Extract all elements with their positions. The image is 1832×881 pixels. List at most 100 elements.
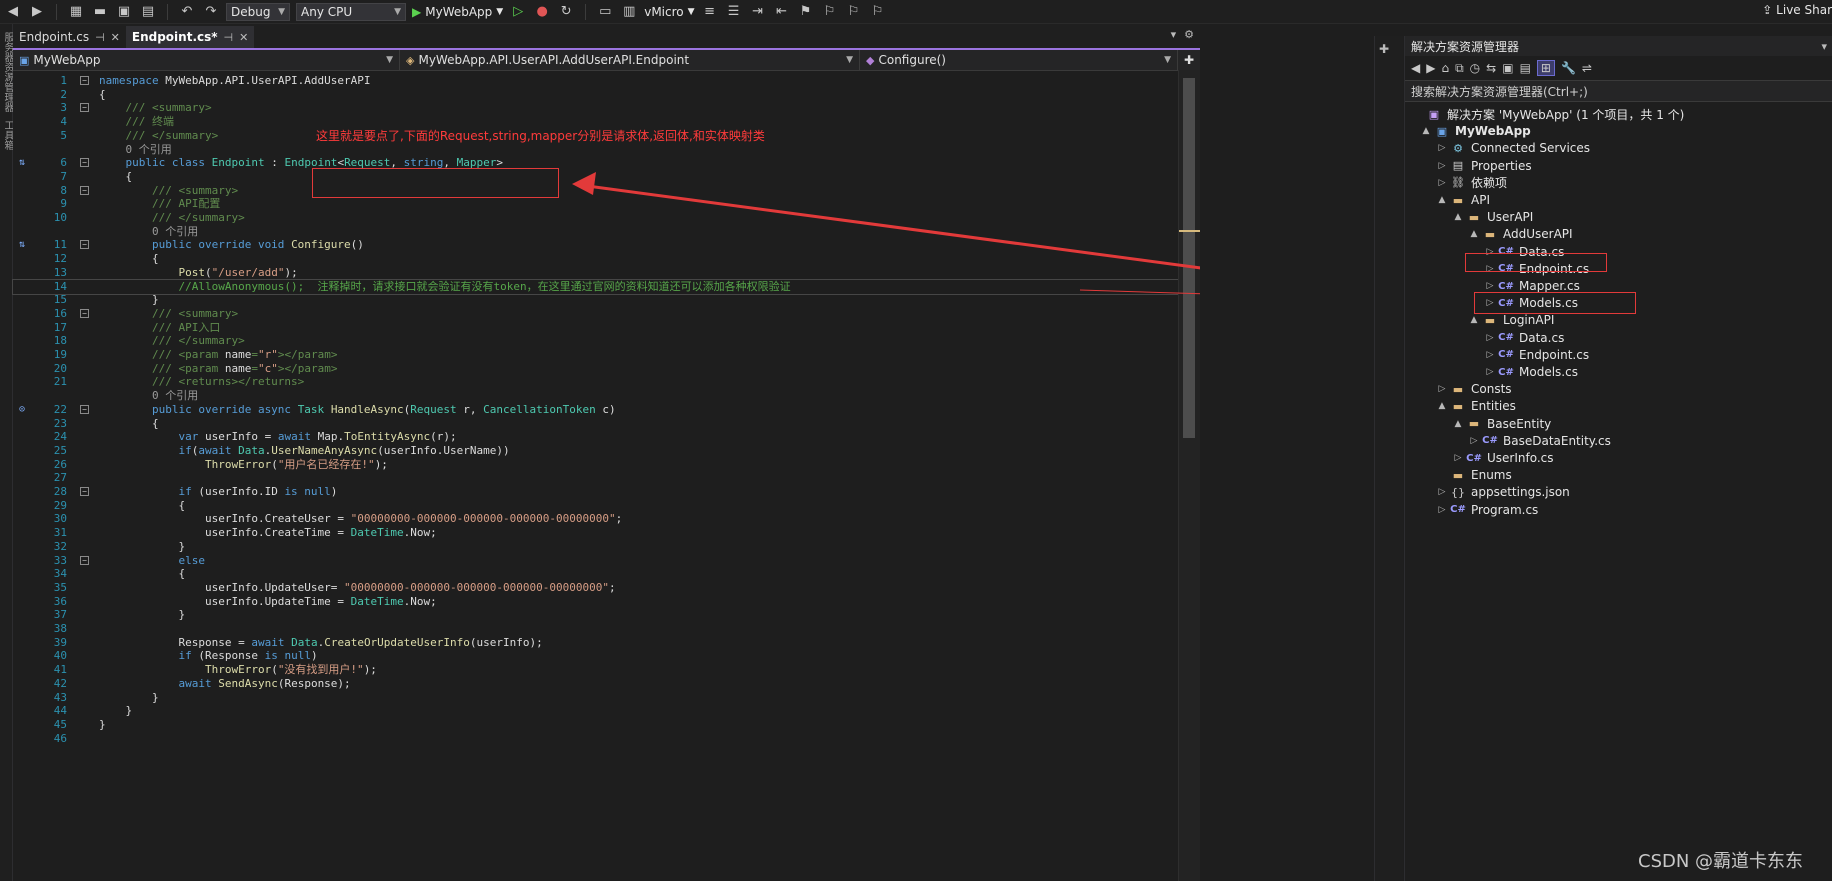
tab-list-icon[interactable]: ▾ <box>1171 28 1177 41</box>
code-line[interactable]: 0 个引用 <box>13 143 1178 157</box>
open-folder-icon[interactable]: ▬ <box>91 4 109 19</box>
override-marker-icon[interactable]: ⊙ <box>19 403 25 417</box>
outdent-icon[interactable]: ⇤ <box>773 4 791 19</box>
browser-icon[interactable]: ▭ <box>596 4 614 19</box>
code-line[interactable]: 42 await SendAsync(Response); <box>13 677 1178 691</box>
back-icon[interactable]: ◀ <box>1411 61 1420 75</box>
code-line[interactable]: 10 /// </summary> <box>13 211 1178 225</box>
code-line[interactable]: 18 /// </summary> <box>13 334 1178 348</box>
code-line[interactable]: 27 <box>13 471 1178 485</box>
code-line[interactable]: 17 /// API入口 <box>13 321 1178 335</box>
code-line[interactable]: 15 } <box>13 293 1178 307</box>
code-line[interactable]: 14 //AllowAnonymous(); 注释掉时，请求接口就会验证有没有t… <box>12 278 1179 295</box>
expand-toggle-icon[interactable]: ▷ <box>1483 281 1497 291</box>
split-editor-button[interactable]: ✚ <box>1178 50 1200 70</box>
code-line[interactable]: 26 ThrowError("用户名已经存在!"); <box>13 458 1178 472</box>
code-line[interactable]: 29 { <box>13 499 1178 513</box>
expand-toggle-icon[interactable]: ▷ <box>1435 505 1449 515</box>
code-line[interactable]: 23 { <box>13 417 1178 431</box>
code-line[interactable]: 31 userInfo.CreateTime = DateTime.Now; <box>13 526 1178 540</box>
code-line[interactable]: 39 Response = await Data.CreateOrUpdateU… <box>13 636 1178 650</box>
forward-icon[interactable]: ▶ <box>28 4 46 19</box>
code-line[interactable]: 25 if(await Data.UserNameAnyAsync(userIn… <box>13 444 1178 458</box>
code-lines[interactable]: 1 − namespace MyWebApp.API.UserAPI.AddUser… <box>12 70 1200 881</box>
start-without-debug-icon[interactable]: ▷ <box>509 4 527 19</box>
pin-icon[interactable]: ⊣ <box>224 31 234 44</box>
collapse-icon[interactable]: − <box>80 76 89 85</box>
next-bookmark-icon[interactable]: ⚐ <box>845 4 863 19</box>
collapse-icon[interactable]: − <box>80 240 89 250</box>
code-line[interactable]: 3 − /// <summary> <box>13 101 1178 115</box>
code-line[interactable]: 38 <box>13 622 1178 636</box>
code-line[interactable]: 0 个引用 <box>13 389 1178 403</box>
sync-icon[interactable]: ⇆ <box>1486 61 1496 75</box>
code-line[interactable]: 45} <box>13 718 1178 732</box>
code-line[interactable]: 2{ <box>13 88 1178 102</box>
code-line[interactable]: 13 Post("/user/add"); <box>13 266 1178 280</box>
expand-toggle-icon[interactable]: ▷ <box>1435 178 1449 188</box>
forward-icon[interactable]: ▶ <box>1426 61 1435 75</box>
show-all-files-icon[interactable]: ▤ <box>1520 61 1531 75</box>
panel-menu-icon[interactable]: ▾ <box>1821 40 1827 53</box>
align-icon[interactable]: ≡ <box>701 4 719 19</box>
pin-icon[interactable]: ⊣ <box>95 31 105 44</box>
preview-toggle-icon[interactable]: ⊞ <box>1536 60 1555 76</box>
collapse-icon[interactable]: − <box>80 487 89 496</box>
code-line[interactable]: 16 − /// <summary> <box>13 307 1178 321</box>
pending-changes-icon[interactable]: ◷ <box>1470 61 1480 75</box>
code-line[interactable]: 6− ⇅ public class Endpoint : Endpoint<Req… <box>13 156 1178 170</box>
indent-icon[interactable]: ⇥ <box>749 4 767 19</box>
settings-icon[interactable]: ⇌ <box>1582 61 1592 75</box>
type-dropdown[interactable]: ◈ MyWebApp.API.UserAPI.AddUserAPI.Endpoi… <box>400 50 860 70</box>
scroll-thumb[interactable] <box>1183 78 1195 438</box>
code-line[interactable]: 44 } <box>13 704 1178 718</box>
live-share-button[interactable]: ⇪ Live Shar <box>1762 3 1832 17</box>
switch-views-icon[interactable]: ⧉ <box>1455 61 1464 76</box>
new-project-icon[interactable]: ▦ <box>67 4 85 19</box>
collapse-icon[interactable]: − <box>80 308 89 318</box>
collapse-all-icon[interactable]: ▣ <box>1502 61 1513 75</box>
expand-toggle-icon[interactable]: ▷ <box>1451 453 1465 463</box>
expand-toggle-icon[interactable]: ▷ <box>1483 367 1497 377</box>
code-line[interactable]: 19 /// <param name="r"></param> <box>13 348 1178 362</box>
expand-toggle-icon[interactable]: ▲ <box>1467 315 1481 325</box>
tree-item[interactable]: ▷ C# Program.cs <box>1435 500 1539 520</box>
layout-icon[interactable]: ▥ <box>620 4 638 19</box>
code-line[interactable]: 11− ⇅ public override void Configure() <box>13 238 1178 252</box>
home-icon[interactable]: ⌂ <box>1441 61 1449 75</box>
undo-icon[interactable]: ↶ <box>178 4 196 19</box>
expand-toggle-icon[interactable]: ▲ <box>1451 212 1465 222</box>
override-marker-icon[interactable]: ⇅ <box>19 238 25 252</box>
prev-bookmark-icon[interactable]: ⚐ <box>821 4 839 19</box>
code-line[interactable]: 12 { <box>13 252 1178 266</box>
collapse-icon[interactable]: − <box>80 103 89 113</box>
redo-icon[interactable]: ↷ <box>202 4 220 19</box>
expand-toggle-icon[interactable]: ▲ <box>1435 401 1449 411</box>
clear-bookmarks-icon[interactable]: ⚐ <box>869 4 887 19</box>
code-line[interactable]: 1 − namespace MyWebApp.API.UserAPI.AddUser… <box>13 74 1178 88</box>
code-line[interactable]: 43 } <box>13 691 1178 705</box>
format-icon[interactable]: ☰ <box>725 4 743 19</box>
code-line[interactable]: 8 − /// <summary> <box>13 184 1178 198</box>
code-line[interactable]: 30 userInfo.CreateUser = "00000000-00000… <box>13 512 1178 526</box>
expand-toggle-icon[interactable]: ▲ <box>1419 126 1433 136</box>
code-line[interactable]: 34 { <box>13 567 1178 581</box>
collapse-icon[interactable]: − <box>80 404 89 414</box>
save-icon[interactable]: ▣ <box>115 4 133 19</box>
gear-icon[interactable]: ⚙ <box>1184 28 1194 41</box>
code-line[interactable]: 35 userInfo.UpdateUser= "00000000-000000… <box>13 581 1178 595</box>
code-line[interactable]: 7 { <box>13 170 1178 184</box>
close-icon[interactable]: ✕ <box>239 31 248 44</box>
project-dropdown[interactable]: ▣ MyWebApp ▼ <box>13 50 400 70</box>
expand-toggle-icon[interactable]: ▷ <box>1467 436 1481 446</box>
code-line[interactable]: 40 if (Response is null) <box>13 649 1178 663</box>
save-all-icon[interactable]: ▤ <box>139 4 157 19</box>
expand-toggle-icon[interactable]: ▷ <box>1483 333 1497 343</box>
configuration-dropdown[interactable]: Debug ▼ <box>226 2 290 21</box>
start-debug-button[interactable]: ▶ MyWebApp ▼ <box>412 5 503 19</box>
add-panel-icon[interactable]: ✚ <box>1379 42 1389 56</box>
expand-toggle-icon[interactable]: ▲ <box>1451 419 1465 429</box>
collapse-icon[interactable]: − <box>80 185 89 195</box>
code-line[interactable]: 46 <box>13 732 1178 746</box>
expand-toggle-icon[interactable]: ▷ <box>1435 143 1449 153</box>
